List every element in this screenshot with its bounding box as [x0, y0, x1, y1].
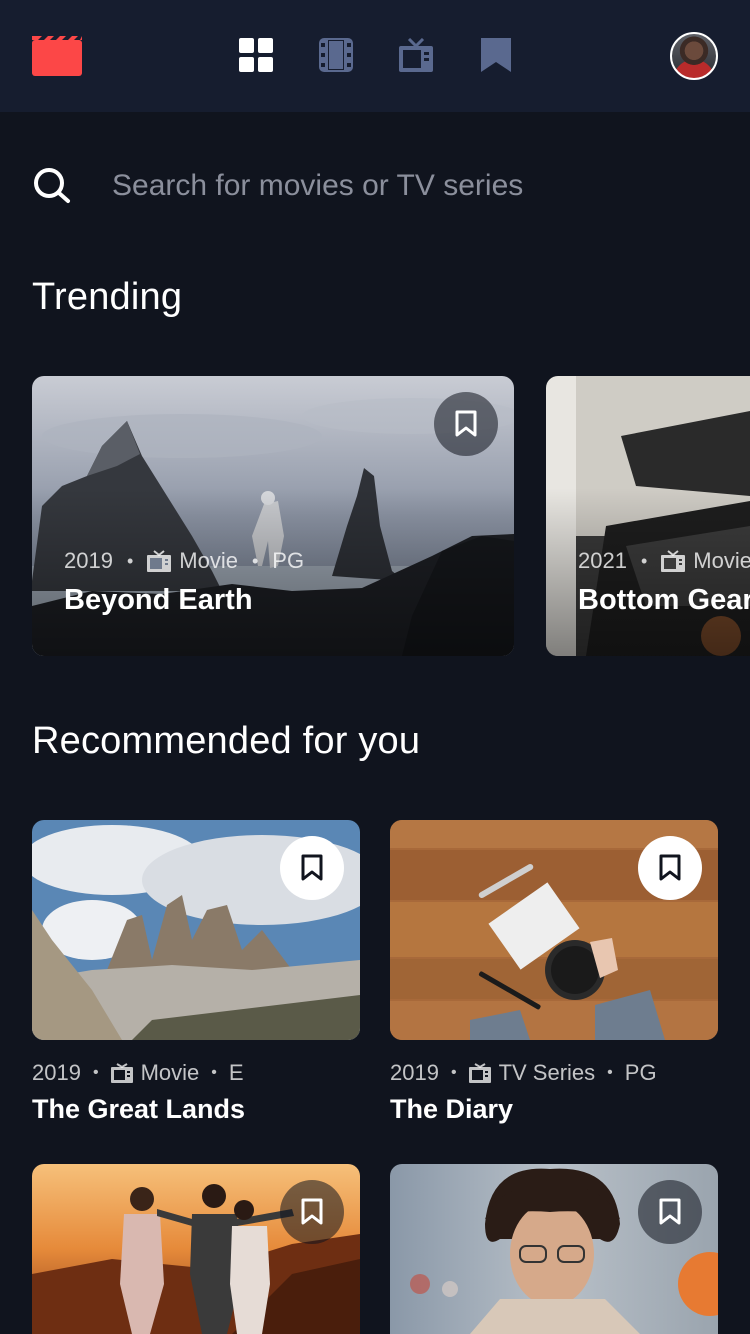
- bookmark-button[interactable]: [638, 1180, 702, 1244]
- category-label: Movie: [140, 1060, 200, 1085]
- bookmark-button[interactable]: [638, 836, 702, 900]
- search-icon[interactable]: [32, 162, 80, 210]
- year-label: 2019: [390, 1060, 439, 1085]
- bookmark-button[interactable]: [280, 836, 344, 900]
- top-navigation-bar: [0, 0, 750, 112]
- separator-dot: •: [450, 1064, 457, 1081]
- nav-tv-icon[interactable]: [399, 38, 433, 72]
- bookmark-outline-icon: [659, 1198, 681, 1225]
- trending-section-title: Trending: [32, 276, 183, 318]
- user-avatar[interactable]: [670, 32, 718, 80]
- category-label: TV Series: [498, 1060, 596, 1085]
- recommended-card-the-diary[interactable]: [390, 820, 718, 1040]
- separator-dot: •: [92, 1064, 99, 1081]
- recommended-title-the-diary: The Diary: [390, 1094, 514, 1124]
- bookmark-outline-icon: [659, 854, 681, 881]
- movie-category-icon: [661, 550, 686, 572]
- nav-film-icon[interactable]: [319, 38, 353, 72]
- nav-bookmark-icon[interactable]: [479, 38, 513, 72]
- tv-series-category-icon: [468, 1063, 491, 1083]
- nav-home-grid-icon[interactable]: [239, 38, 273, 72]
- search-bar: [32, 160, 718, 212]
- search-input[interactable]: [112, 162, 672, 210]
- rating-label: E: [228, 1060, 244, 1085]
- recommended-card-3[interactable]: [32, 1164, 360, 1334]
- separator-dot: •: [251, 550, 259, 571]
- separator-dot: •: [126, 550, 134, 571]
- movie-category-icon: [147, 550, 172, 572]
- trending-title-beyond-earth: Beyond Earth: [64, 584, 253, 616]
- separator-dot: •: [211, 1064, 217, 1081]
- bookmark-outline-icon: [301, 854, 323, 881]
- trending-meta-beyond-earth: 2019 • Movie • PG: [64, 548, 304, 574]
- bookmark-button[interactable]: [280, 1180, 344, 1244]
- trending-title-bottom-gear: Bottom Gear: [578, 584, 750, 616]
- rating-label: PG: [272, 548, 305, 573]
- category-label: Movie: [179, 548, 238, 573]
- movie-category-icon: [110, 1063, 133, 1083]
- bookmark-outline-icon: [301, 1198, 323, 1225]
- year-label: 2019: [64, 548, 113, 573]
- category-label: Movie: [693, 548, 750, 573]
- recommended-card-the-great-lands[interactable]: [32, 820, 360, 1040]
- recommended-meta-the-diary: 2019 • TV Series • PG: [390, 1060, 657, 1086]
- recommended-title-the-great-lands: The Great Lands: [32, 1094, 246, 1124]
- rating-label: PG: [624, 1060, 657, 1085]
- year-label: 2021: [578, 548, 627, 573]
- recommended-meta-the-great-lands: 2019 • Movie • E: [32, 1060, 244, 1086]
- separator-dot: •: [607, 1064, 613, 1081]
- recommended-section-title: Recommended for you: [32, 720, 421, 762]
- clapperboard-icon[interactable]: [32, 36, 82, 76]
- trending-meta-bottom-gear: 2021 • Movie: [578, 548, 750, 574]
- recommended-card-4[interactable]: [390, 1164, 718, 1334]
- separator-dot: •: [640, 550, 648, 571]
- bookmark-button[interactable]: [434, 392, 498, 456]
- year-label: 2019: [32, 1060, 81, 1085]
- bookmark-outline-icon: [455, 410, 477, 437]
